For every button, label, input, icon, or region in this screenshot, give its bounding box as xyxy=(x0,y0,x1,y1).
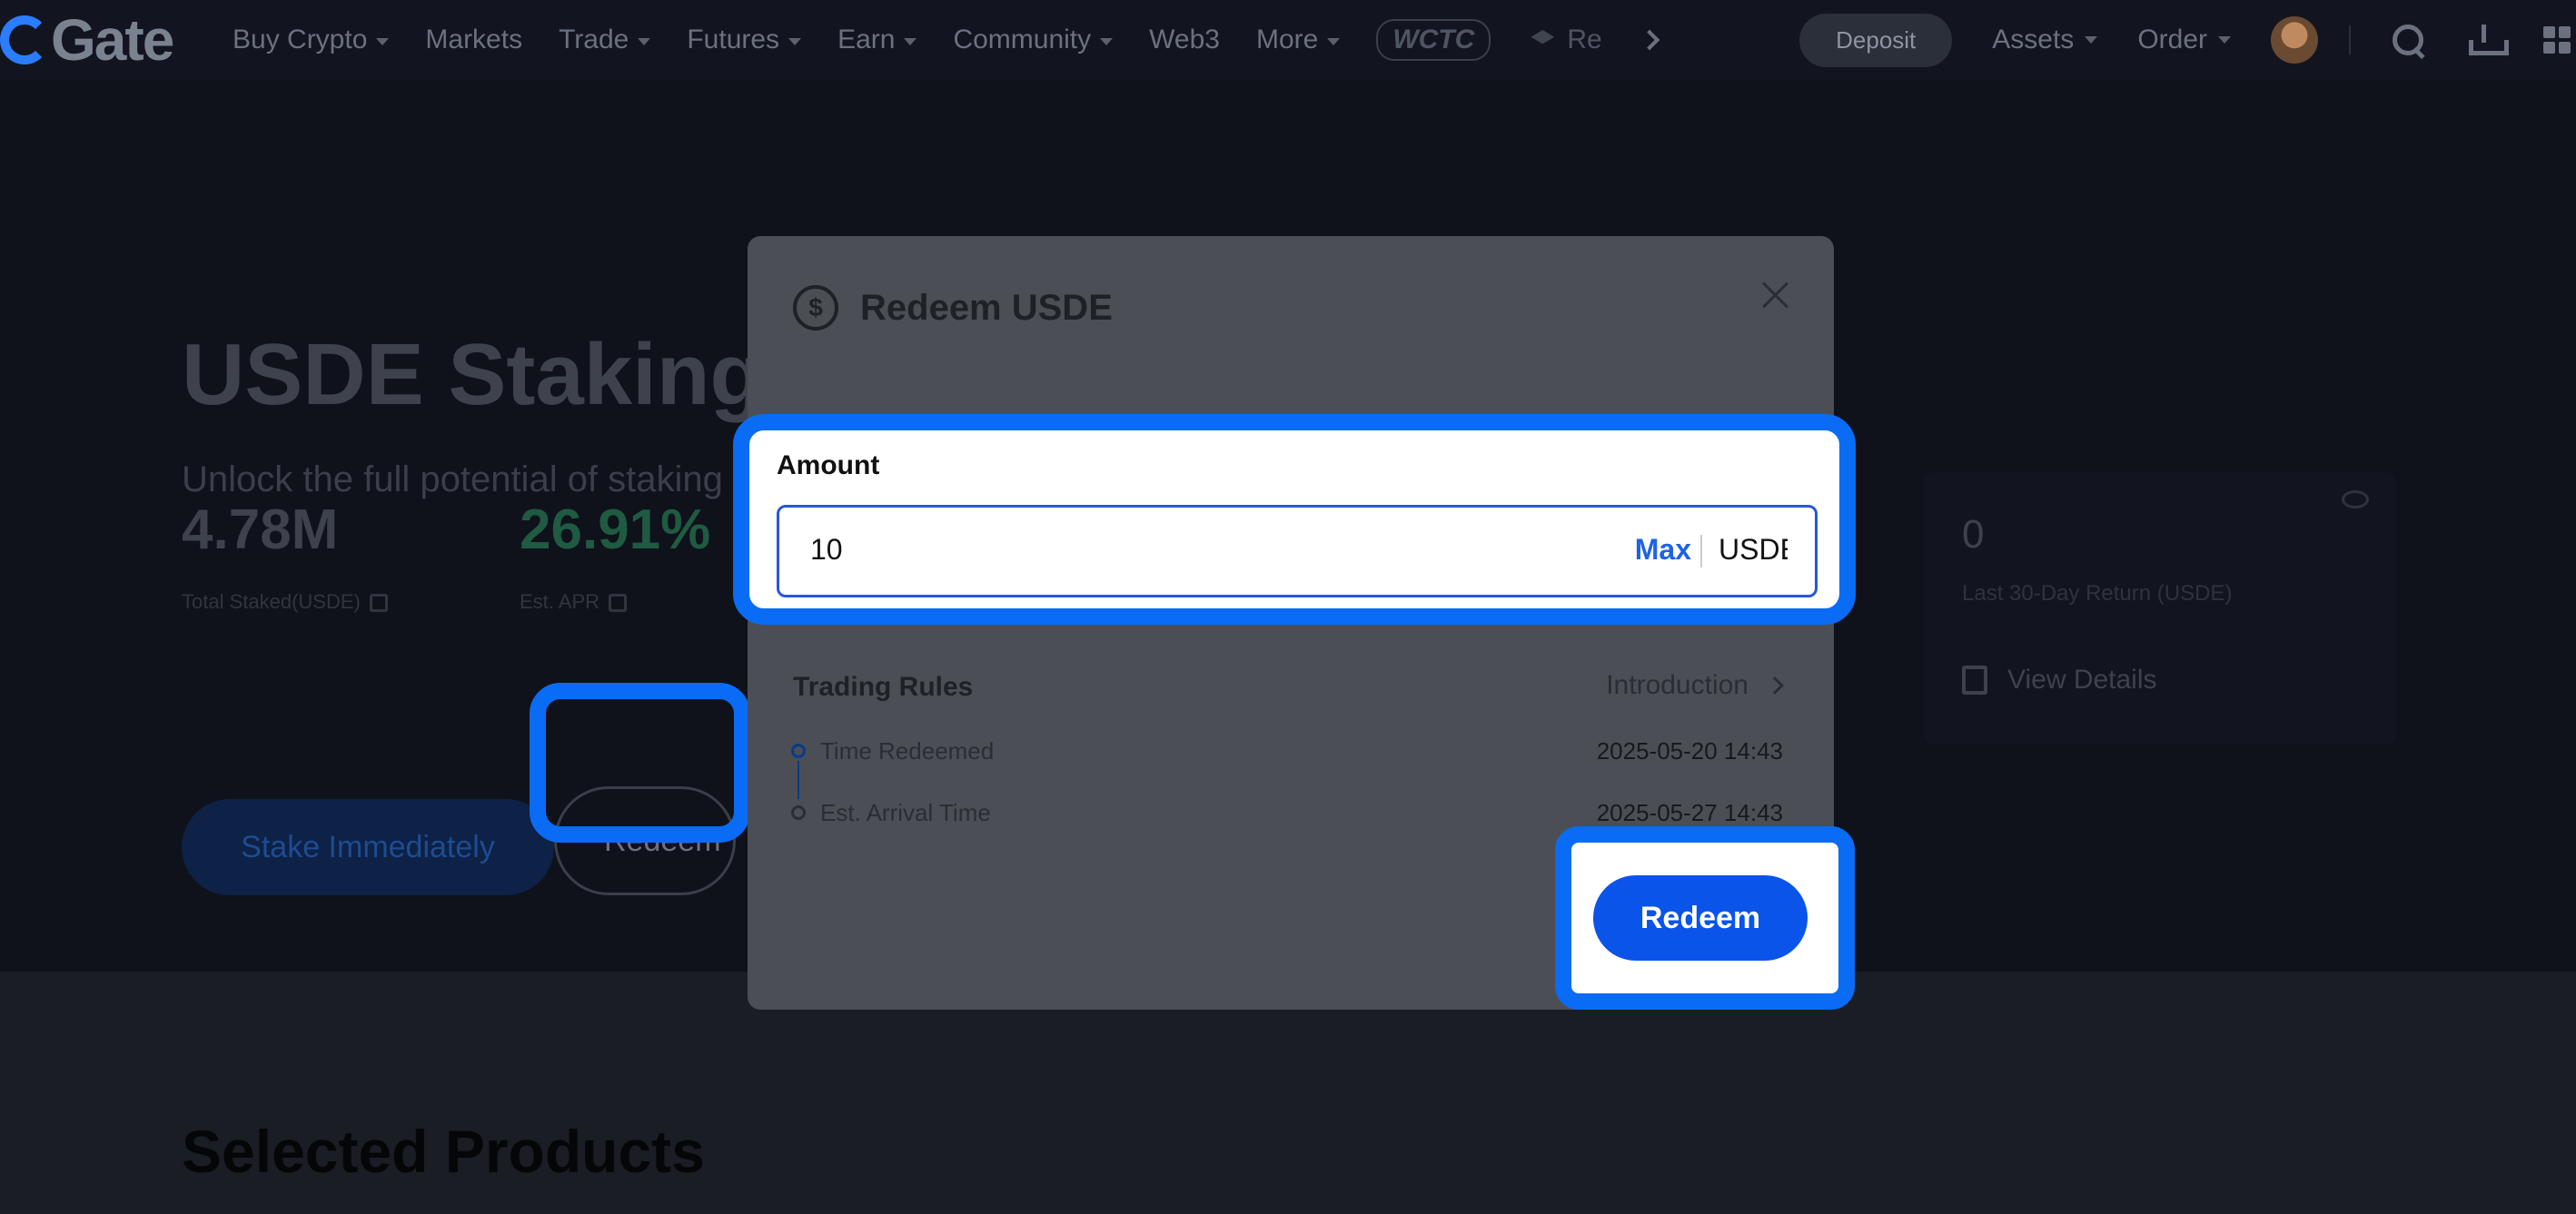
return-value: 0 xyxy=(1962,512,1985,557)
nav-right: Deposit Assets Order xyxy=(1799,0,2576,80)
redeem-highlight-frame xyxy=(530,683,750,843)
total-staked-label-text: Total Staked(USDE) xyxy=(182,590,361,613)
page-subtitle: Unlock the full potential of staking xyxy=(182,459,723,499)
amount-input-value: 10 xyxy=(810,533,843,566)
gate-logo-mark-icon xyxy=(0,15,49,64)
nav-item-futures[interactable]: Futures xyxy=(687,25,802,55)
nav-item-label: Earn xyxy=(837,25,896,54)
redeem-button-highlight-frame: Redeem xyxy=(1555,826,1855,1010)
max-button[interactable]: Max xyxy=(1635,533,1691,567)
view-details-label: View Details xyxy=(2007,665,2157,695)
caret-down-icon xyxy=(2085,36,2098,44)
modal-title: Redeem USDE xyxy=(860,287,1113,328)
amount-input[interactable]: 10 Max USDE xyxy=(777,505,1818,597)
nav-item-web3[interactable]: Web3 xyxy=(1149,25,1220,55)
nav-item-label: Trade xyxy=(559,25,629,54)
return-label: Last 30-Day Return (USDE) xyxy=(1962,581,2233,606)
gate-logo[interactable]: Gate xyxy=(0,7,174,73)
nav-divider xyxy=(2349,25,2351,54)
deposit-button[interactable]: Deposit xyxy=(1799,13,1953,67)
chevron-right-icon xyxy=(1766,676,1784,695)
logo-text: Gate xyxy=(51,7,174,73)
nav-item-markets[interactable]: Markets xyxy=(425,25,522,55)
caret-down-icon xyxy=(376,37,390,45)
apps-grid-icon[interactable] xyxy=(2543,26,2571,54)
timeline-dot xyxy=(791,805,806,820)
nav-item-buy-crypto[interactable]: Buy Crypto xyxy=(233,25,390,55)
timeline-dot-active xyxy=(791,744,806,758)
nav-item-trade[interactable]: Trade xyxy=(559,25,651,55)
nav-item-label: Community xyxy=(953,25,1092,54)
info-icon[interactable] xyxy=(369,594,388,613)
amount-label: Amount xyxy=(777,450,880,480)
caret-down-icon xyxy=(904,37,917,45)
trading-rules-title: Trading Rules xyxy=(793,672,974,702)
nav-item-label: Re xyxy=(1567,25,1602,54)
nav-item-earn[interactable]: Earn xyxy=(837,25,917,55)
nav-item-truncated[interactable]: Re xyxy=(1531,25,1602,55)
user-avatar[interactable] xyxy=(2271,16,2318,64)
caret-down-icon xyxy=(638,37,651,45)
nav-item-label: Order xyxy=(2137,25,2207,54)
total-staked-label: Total Staked(USDE) xyxy=(182,590,388,614)
info-icon[interactable] xyxy=(609,594,628,613)
amount-highlight-frame: Amount 10 Max USDE xyxy=(733,414,1856,625)
stake-immediately-button[interactable]: Stake Immediately xyxy=(182,799,554,895)
return-card: 0 Last 30-Day Return (USDE) View Details xyxy=(1924,472,2396,745)
top-nav: Gate Buy Crypto Markets Trade Futures Ea… xyxy=(0,0,2576,80)
nav-menu: Buy Crypto Markets Trade Futures Earn Co… xyxy=(233,0,1660,80)
total-staked-value: 4.78M xyxy=(182,498,339,561)
nav-item-assets[interactable]: Assets xyxy=(1992,25,2098,55)
apr-label-text: Est. APR xyxy=(520,590,600,613)
input-divider xyxy=(1700,535,1702,568)
nav-item-label: Futures xyxy=(687,25,780,54)
apr-label: Est. APR xyxy=(520,590,628,614)
introduction-label: Introduction xyxy=(1606,670,1749,700)
nav-item-community[interactable]: Community xyxy=(953,25,1114,55)
document-icon xyxy=(1962,666,1987,695)
wctc-promo-badge[interactable]: WCTC xyxy=(1376,19,1491,61)
section-title: Selected Products xyxy=(182,1118,705,1185)
dollar-coin-icon: $ xyxy=(793,285,838,331)
currency-label: USDE xyxy=(1719,533,1788,566)
page-title: USDE Staking xyxy=(182,326,764,423)
caret-down-icon xyxy=(2218,36,2231,44)
arrival-time-label: Est. Arrival Time xyxy=(820,799,991,826)
time-redeemed-value: 2025-05-20 14:43 xyxy=(1596,737,1783,765)
arrival-time-value: 2025-05-27 14:43 xyxy=(1596,799,1783,826)
nav-item-label: Buy Crypto xyxy=(233,25,368,54)
download-icon[interactable] xyxy=(2469,25,2509,55)
close-icon[interactable] xyxy=(1759,278,1792,311)
caret-down-icon xyxy=(1327,37,1341,45)
nav-item-label: Markets xyxy=(425,25,523,54)
nav-item-label: More xyxy=(1255,25,1319,54)
eye-icon[interactable] xyxy=(2342,490,2369,508)
nav-item-label: Web3 xyxy=(1149,25,1220,54)
time-redeemed-label: Time Redeemed xyxy=(820,737,995,765)
view-details-link[interactable]: View Details xyxy=(1962,665,2157,696)
caret-down-icon xyxy=(788,37,802,45)
caret-down-icon xyxy=(1100,37,1114,45)
introduction-link[interactable]: Introduction xyxy=(1606,670,1784,701)
redeem-button[interactable]: Redeem xyxy=(1593,875,1808,961)
graduation-cap-icon xyxy=(1531,30,1555,44)
timeline-line xyxy=(798,761,799,799)
nav-scroll-right-chevron-icon[interactable] xyxy=(1639,29,1660,51)
nav-item-order[interactable]: Order xyxy=(2137,25,2231,55)
modal-header: $ Redeem USDE xyxy=(793,285,1113,331)
apr-value: 26.91% xyxy=(520,498,711,561)
nav-item-more[interactable]: More xyxy=(1255,25,1341,55)
search-icon[interactable] xyxy=(2391,23,2425,57)
nav-item-label: Assets xyxy=(1992,25,2075,54)
